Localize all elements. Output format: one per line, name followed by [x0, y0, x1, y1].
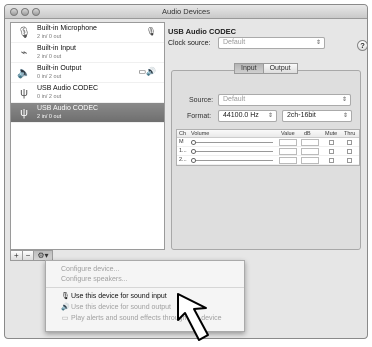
- device-io: 0 in/ 2 out: [37, 74, 62, 80]
- format-bits-value: 2ch-16bit: [287, 112, 316, 119]
- device-name: Built-in Microphone: [37, 25, 97, 32]
- mute-checkbox[interactable]: [329, 140, 334, 145]
- header-mute: Mute: [325, 131, 338, 137]
- default-input-badge-icon: 🎙: [145, 27, 156, 36]
- volume-slider-knob[interactable]: [191, 158, 196, 163]
- db-field[interactable]: [301, 139, 319, 146]
- value-field[interactable]: [279, 148, 297, 155]
- device-item-builtin-output[interactable]: 🔈 Built-in Output 0 in/ 2 out ▭🔊: [11, 63, 164, 83]
- header-volume: Volume: [191, 131, 210, 137]
- device-name: USB Audio CODEC: [37, 105, 99, 112]
- volume-slider-knob[interactable]: [191, 149, 196, 154]
- updown-arrows-icon: ⇕: [315, 40, 321, 46]
- updown-arrows-icon: ⇕: [341, 97, 347, 103]
- channel-row: M: [177, 138, 359, 147]
- usb-icon: ψ: [20, 87, 28, 99]
- updown-arrows-icon: ⇕: [342, 113, 348, 119]
- tab-output[interactable]: Output: [262, 63, 298, 74]
- channel-row: 2...: [177, 156, 359, 165]
- header-thru: Thru: [344, 131, 356, 137]
- device-io: 2 in/ 0 out: [37, 54, 62, 60]
- format-rate-value: 44100.0 Hz: [223, 112, 259, 119]
- menu-item-use-for-output[interactable]: 🔊Use this device for sound output: [61, 303, 171, 311]
- channel-table: Ch Volume Value dB Mute Thru M 1... 2...: [176, 129, 360, 166]
- default-output-badge-icon: ▭🔊: [138, 67, 156, 76]
- device-item-usb-codec-input[interactable]: ψ USB Audio CODEC 2 in/ 0 out: [11, 103, 164, 123]
- window-titlebar[interactable]: Audio Devices: [5, 5, 367, 19]
- menu-item-label: Use this device for sound input: [71, 293, 167, 300]
- volume-slider-track[interactable]: [191, 151, 273, 152]
- channel-label: 2...: [179, 157, 187, 163]
- device-io: 0 in/ 2 out: [37, 94, 62, 100]
- source-select[interactable]: Default ⇕: [218, 94, 351, 106]
- mute-checkbox[interactable]: [329, 149, 334, 154]
- header-ch: Ch: [179, 131, 187, 137]
- device-name: Built-in Input: [37, 45, 76, 52]
- device-title: USB Audio CODEC: [168, 27, 237, 36]
- header-db: dB: [304, 131, 311, 137]
- channel-row: 1...: [177, 147, 359, 156]
- channel-table-header: Ch Volume Value dB Mute Thru: [177, 130, 359, 138]
- thru-checkbox[interactable]: [347, 140, 352, 145]
- updown-arrows-icon: ⇕: [267, 113, 273, 119]
- help-button[interactable]: ?: [357, 40, 368, 51]
- usb-icon: ψ: [20, 107, 28, 119]
- device-name: USB Audio CODEC: [37, 85, 99, 92]
- device-io: 2 in/ 0 out: [37, 34, 62, 40]
- mute-checkbox[interactable]: [329, 158, 334, 163]
- close-button[interactable]: [10, 8, 18, 16]
- value-field[interactable]: [279, 157, 297, 164]
- io-tab-control: Input Output: [234, 63, 298, 74]
- thru-checkbox[interactable]: [347, 149, 352, 154]
- format-bits-select[interactable]: 2ch-16bit ⇕: [282, 110, 352, 122]
- menu-item-label: Configure device...: [61, 266, 120, 273]
- db-field[interactable]: [301, 157, 319, 164]
- device-name: Built-in Output: [37, 65, 82, 72]
- pointer-cursor-icon: [177, 293, 209, 341]
- clock-source-select[interactable]: Default ⇕: [218, 37, 325, 49]
- line-input-icon: ⌁: [20, 47, 28, 59]
- device-item-builtin-input[interactable]: ⌁ Built-in Input 2 in/ 0 out: [11, 43, 164, 63]
- tab-input[interactable]: Input: [234, 63, 264, 74]
- minimize-button[interactable]: [21, 8, 29, 16]
- volume-slider-track[interactable]: [191, 160, 273, 161]
- zoom-button[interactable]: [32, 8, 40, 16]
- microphone-icon: 🎙: [17, 27, 31, 39]
- window-title: Audio Devices: [162, 7, 210, 16]
- value-field[interactable]: [279, 139, 297, 146]
- thru-checkbox[interactable]: [347, 158, 352, 163]
- menu-item-configure-device[interactable]: Configure device...: [61, 266, 119, 273]
- menu-item-label: Use this device for sound output: [71, 304, 172, 311]
- clock-source-value: Default: [223, 39, 246, 46]
- channel-label: 1...: [179, 148, 187, 154]
- alert-icon: ▭: [61, 315, 69, 322]
- source-value: Default: [223, 96, 246, 103]
- device-item-builtin-microphone[interactable]: 🎙 Built-in Microphone 2 in/ 0 out 🎙: [11, 23, 164, 43]
- microphone-icon: 🎙: [61, 293, 70, 300]
- device-item-usb-codec-output[interactable]: ψ USB Audio CODEC 0 in/ 2 out: [11, 83, 164, 103]
- menu-separator: [46, 287, 244, 288]
- header-value: Value: [281, 131, 295, 137]
- speaker-icon: 🔊: [61, 304, 70, 311]
- format-rate-select[interactable]: 44100.0 Hz ⇕: [218, 110, 277, 122]
- menu-item-use-for-input[interactable]: 🎙Use this device for sound input: [61, 292, 167, 300]
- source-label: Source:: [189, 97, 214, 104]
- device-list: 🎙 Built-in Microphone 2 in/ 0 out 🎙 ⌁ Bu…: [10, 22, 165, 250]
- db-field[interactable]: [301, 148, 319, 155]
- clock-source-label: Clock source:: [168, 40, 211, 47]
- volume-slider-knob[interactable]: [191, 140, 196, 145]
- channel-label: M: [179, 139, 184, 145]
- speaker-icon: 🔈: [17, 67, 31, 79]
- menu-item-configure-speakers[interactable]: Configure speakers...: [61, 276, 128, 283]
- device-io: 2 in/ 0 out: [37, 114, 62, 120]
- menu-item-label: Configure speakers...: [61, 276, 128, 283]
- format-label: Format:: [187, 113, 212, 120]
- volume-slider-track[interactable]: [191, 142, 273, 143]
